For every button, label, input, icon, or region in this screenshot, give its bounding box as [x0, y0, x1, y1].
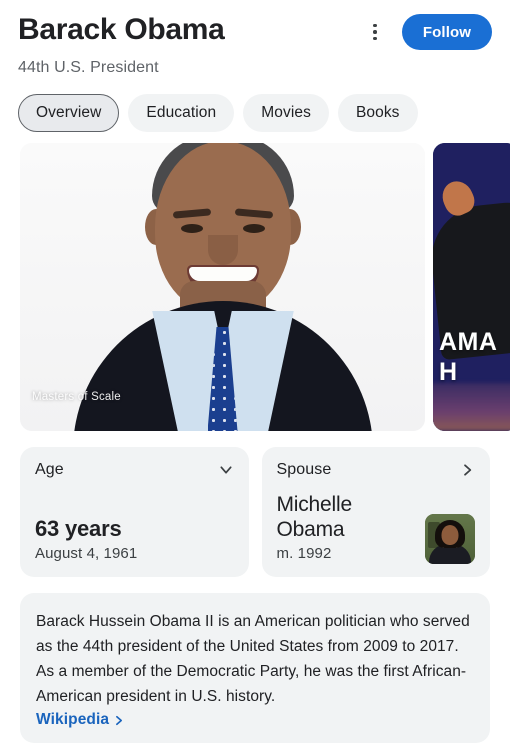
more-vert-icon[interactable] — [362, 17, 388, 47]
fact-body: 63 years August 4, 1961 — [35, 516, 234, 564]
fact-label-age: Age — [35, 461, 64, 478]
wikipedia-link-label: Wikipedia — [36, 711, 110, 728]
fact-header: Age — [35, 461, 234, 479]
stage-glow — [433, 383, 510, 431]
chevron-right-icon[interactable] — [459, 462, 475, 478]
stage-text-line2: H — [439, 358, 458, 386]
chevron-down-icon[interactable] — [218, 462, 234, 478]
media-item-stage[interactable]: AMA H — [433, 143, 510, 431]
media-carousel[interactable]: Masters of Scale AMA H — [0, 132, 510, 431]
page-title: Barack Obama — [18, 13, 225, 46]
avatar-michelle-obama[interactable] — [425, 514, 475, 564]
tab-overview[interactable]: Overview — [18, 94, 120, 132]
tab-movies[interactable]: Movies — [243, 94, 329, 132]
fact-sub-married: m. 1992 — [276, 545, 332, 562]
fact-sub-birthdate: August 4, 1961 — [35, 545, 138, 562]
tab-education[interactable]: Education — [128, 94, 235, 132]
chevron-right-icon — [112, 714, 125, 727]
fact-card-spouse[interactable]: Spouse Michelle Obama m. 1992 — [261, 447, 490, 577]
title-row: Barack Obama Follow — [18, 10, 492, 54]
tab-books[interactable]: Books — [337, 94, 418, 132]
page-subtitle: 44th U.S. President — [18, 59, 159, 76]
description-card: Barack Hussein Obama II is an American p… — [20, 593, 490, 743]
stage-text-line1: AMA — [439, 328, 498, 356]
fact-value-age: 63 years — [35, 516, 122, 541]
portrait-image — [20, 143, 425, 431]
header-actions: Follow — [362, 10, 492, 50]
fact-card-row: Age 63 years August 4, 1961 Spouse Miche… — [0, 431, 510, 577]
fact-card-age[interactable]: Age 63 years August 4, 1961 — [20, 447, 249, 577]
description-text: Barack Hussein Obama II is an American p… — [36, 613, 470, 705]
entity-header: Barack Obama Follow 44th U.S. President — [0, 0, 510, 79]
tab-bar: Overview Education Movies Books — [0, 79, 510, 132]
fact-header: Spouse — [277, 461, 476, 479]
fact-label-spouse: Spouse — [276, 461, 332, 478]
fact-body: Michelle Obama m. 1992 — [276, 492, 475, 564]
media-item-portrait[interactable]: Masters of Scale — [20, 143, 425, 431]
dot — [373, 36, 377, 41]
wikipedia-link[interactable]: Wikipedia — [36, 711, 125, 729]
dot — [373, 23, 377, 28]
dot — [373, 30, 377, 34]
follow-button[interactable]: Follow — [401, 14, 492, 50]
fact-value-spouse: Michelle Obama — [276, 493, 353, 541]
